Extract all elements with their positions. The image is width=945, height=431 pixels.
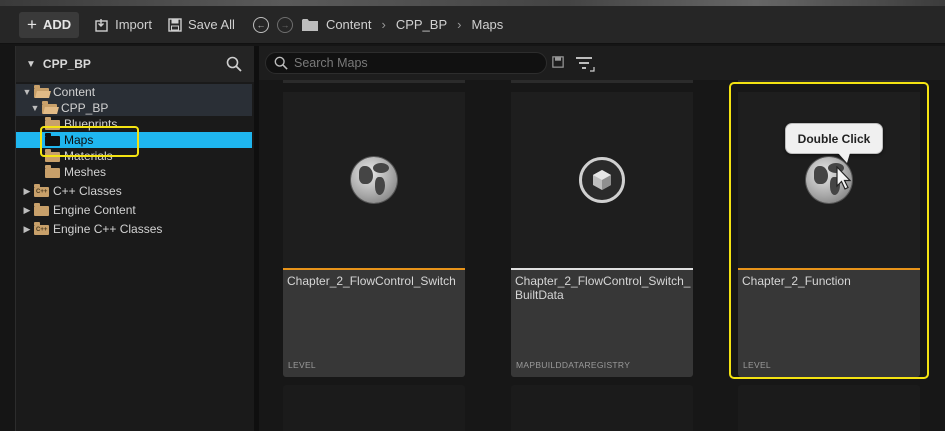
breadcrumb-root-folder[interactable] — [301, 18, 318, 31]
search-field[interactable] — [265, 52, 547, 74]
cpp-folder-icon: C++ — [34, 184, 49, 197]
search-icon[interactable] — [226, 56, 242, 72]
tree-item-engine-content[interactable]: ▶ Engine Content — [16, 202, 252, 218]
history-forward-button[interactable]: → — [276, 16, 293, 33]
folder-icon — [301, 19, 318, 31]
tree-item-label: Meshes — [64, 165, 107, 179]
folder-icon — [34, 203, 50, 216]
tree-item-meshes[interactable]: Meshes — [16, 164, 252, 180]
tree-item-label: Content — [53, 85, 96, 99]
breadcrumb-cpp-bp[interactable]: CPP_BP — [396, 17, 447, 32]
breadcrumb-content[interactable]: Content — [326, 17, 372, 32]
asset-thumbnail — [511, 92, 693, 268]
arrow-left-icon: ← — [252, 16, 269, 33]
tree-item-blueprints[interactable]: Blueprints — [16, 116, 252, 132]
asset-tile-partial[interactable] — [738, 385, 920, 431]
arrow-right-icon: → — [276, 16, 293, 33]
plus-icon: + — [27, 15, 37, 34]
tree-item-label: CPP_BP — [61, 101, 109, 115]
asset-tile-flowcontrol-switch[interactable]: Chapter_2_FlowControl_Switch LEVEL — [283, 92, 465, 377]
save-all-button[interactable]: Save All — [168, 17, 235, 32]
tree-item-cpp-bp[interactable]: ▼ CPP_BP — [16, 100, 252, 116]
globe-icon — [351, 157, 397, 203]
asset-name: Chapter_2_FlowControl_Switch_BuiltData — [515, 274, 691, 302]
chevron-right-icon[interactable]: ▶ — [22, 205, 32, 216]
asset-name: Chapter_2_Function — [742, 274, 851, 288]
asset-type: LEVEL — [288, 360, 316, 370]
asset-type: LEVEL — [743, 360, 771, 370]
content-browser-toolbar: + ADD Import Save All ← → Content › CPP_… — [0, 6, 945, 44]
tree-item-label: Engine C++ Classes — [53, 222, 163, 236]
chevron-down-icon[interactable]: ▼ — [22, 87, 32, 97]
folder-icon — [45, 117, 61, 130]
tree-item-label: Maps — [64, 133, 94, 147]
asset-info: Chapter_2_FlowControl_Switch_BuiltData M… — [511, 270, 693, 377]
search-icon — [274, 56, 288, 70]
tree-item-cpp-classes[interactable]: ▶ C++ C++ Classes — [16, 183, 252, 199]
chevron-right-icon: › — [457, 17, 462, 32]
tree-item-label: C++ Classes — [53, 184, 122, 198]
asset-tile-partial[interactable] — [283, 385, 465, 431]
import-label: Import — [115, 17, 152, 32]
asset-tile-partial[interactable] — [511, 385, 693, 431]
folder-icon — [45, 133, 61, 146]
asset-thumbnail — [283, 92, 465, 268]
callout-text: Double Click — [797, 131, 871, 146]
previous-row-edge — [283, 80, 465, 83]
chevron-right-icon[interactable]: ▶ — [22, 224, 32, 235]
double-click-callout: Double Click — [785, 123, 883, 163]
folder-open-icon — [34, 85, 50, 98]
chevron-down-icon[interactable]: ▼ — [26, 59, 36, 70]
import-button[interactable]: Import — [95, 17, 152, 32]
asset-info: Chapter_2_Function LEVEL — [738, 270, 920, 377]
breadcrumb-maps[interactable]: Maps — [471, 17, 503, 32]
sources-header[interactable]: ▼ CPP_BP — [16, 46, 254, 82]
tree-item-label: Materials — [64, 149, 113, 163]
asset-info: Chapter_2_FlowControl_Switch LEVEL — [283, 270, 465, 377]
previous-row-edge — [511, 80, 693, 83]
breadcrumb: Content › CPP_BP › Maps — [326, 17, 503, 32]
folder-icon — [45, 165, 61, 178]
add-button[interactable]: + ADD — [19, 11, 80, 38]
save-icon — [168, 17, 182, 32]
search-input[interactable] — [294, 56, 524, 70]
save-all-label: Save All — [187, 17, 235, 32]
filter-icon[interactable] — [575, 56, 595, 72]
cpp-folder-icon: C++ — [34, 222, 49, 235]
tree-item-engine-cpp-classes[interactable]: ▶ C++ Engine C++ Classes — [16, 221, 252, 237]
asset-name: Chapter_2_FlowControl_Switch — [287, 274, 456, 288]
chevron-right-icon[interactable]: ▶ — [22, 186, 32, 197]
previous-row-edge — [738, 80, 920, 83]
asset-tile-flowcontrol-switch-builtdata[interactable]: Chapter_2_FlowControl_Switch_BuiltData M… — [511, 92, 693, 377]
cube-icon — [579, 157, 625, 203]
history-back-button[interactable]: ← — [252, 16, 269, 33]
tree-item-maps[interactable]: Maps — [16, 132, 252, 148]
folder-open-icon — [42, 101, 58, 114]
import-icon — [95, 18, 108, 32]
tree-item-materials[interactable]: Materials — [16, 148, 252, 164]
save-search-icon[interactable] — [552, 56, 564, 68]
chevron-down-icon[interactable]: ▼ — [30, 103, 40, 113]
tree-item-label: Engine Content — [53, 203, 136, 217]
tree-item-content[interactable]: ▼ Content — [16, 84, 252, 100]
add-button-label: ADD — [42, 17, 72, 32]
asset-view-panel: Chapter_2_FlowControl_Switch LEVEL Chapt… — [259, 46, 945, 431]
asset-type: MAPBUILDDATAREGISTRY — [516, 360, 631, 370]
sources-panel: ▼ CPP_BP ▼ Content ▼ CPP_BP Blueprints M… — [15, 46, 254, 431]
chevron-right-icon: › — [381, 17, 386, 32]
sources-title: CPP_BP — [42, 57, 91, 71]
tree-item-label: Blueprints — [64, 117, 118, 131]
filter-bar — [259, 46, 945, 80]
asset-thumbnail — [738, 92, 920, 268]
mouse-cursor-icon — [836, 166, 852, 190]
folder-icon — [45, 149, 61, 162]
